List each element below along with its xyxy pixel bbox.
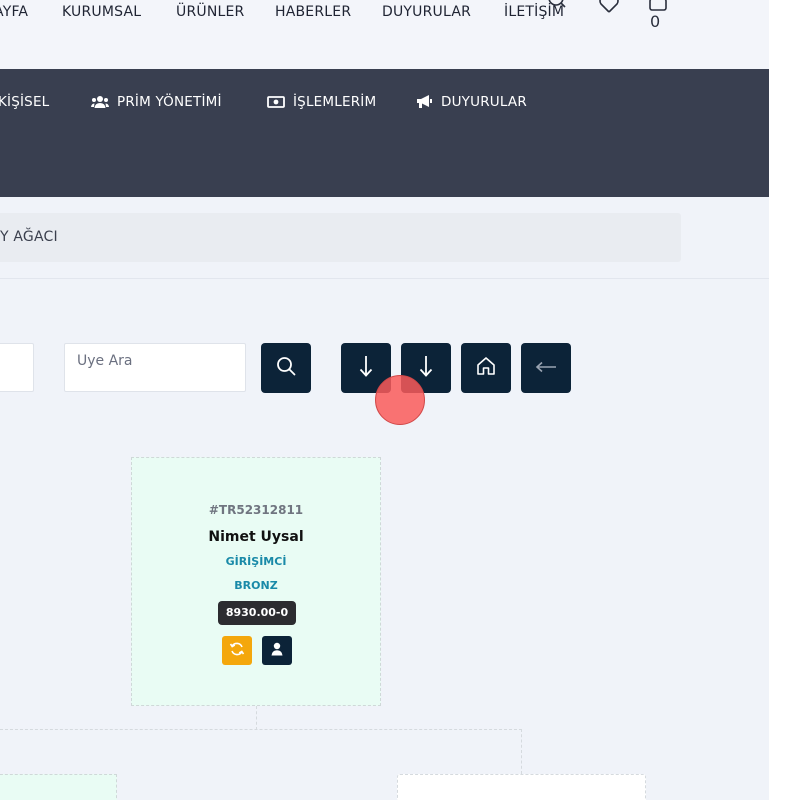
refresh-icon (229, 641, 245, 661)
nav-link-home[interactable]: AYFA (0, 4, 28, 20)
profile-button[interactable] (262, 636, 292, 665)
user-icon (271, 641, 283, 660)
menu-item-bonus-management[interactable]: PRİM YÖNETİMİ (91, 93, 222, 111)
search-button[interactable] (261, 343, 311, 393)
member-menu-bar: KİŞİSEL PRİM YÖNETİMİ İŞLEMLERİM DUYURUL… (0, 69, 769, 197)
empty-member-slot[interactable] (397, 774, 646, 800)
back-button[interactable] (521, 343, 571, 393)
nav-link-announcements[interactable]: DUYURULAR (382, 4, 471, 20)
menu-item-label: İŞLEMLERİM (293, 94, 377, 110)
nav-link-corporate[interactable]: KURUMSAL (62, 4, 141, 20)
tree-connector (521, 729, 522, 774)
menu-item-announcements[interactable]: DUYURULAR (416, 93, 527, 111)
heart-icon[interactable] (598, 0, 620, 18)
member-code: #TR52312811 (208, 503, 304, 517)
menu-item-label: KİŞİSEL (0, 94, 50, 110)
tree-connector (256, 706, 258, 730)
bullhorn-icon (416, 95, 433, 109)
click-indicator (375, 375, 425, 425)
page: AYFA KURUMSAL ÜRÜNLER HABERLER DUYURULAR… (0, 0, 769, 800)
home-icon (475, 355, 497, 381)
member-search-input[interactable] (65, 344, 245, 391)
member-rank: GİRİŞİMCİ (225, 555, 287, 568)
users-icon (91, 95, 109, 109)
menu-item-personal[interactable]: KİŞİSEL (0, 93, 49, 111)
menu-item-transactions[interactable]: İŞLEMLERİM (267, 93, 376, 111)
money-icon (267, 96, 285, 108)
member-level: BRONZ (234, 579, 278, 592)
member-points-badge: 8930.00-0 (218, 601, 296, 625)
filter-input-field[interactable] (0, 344, 33, 391)
member-search-box[interactable] (64, 343, 246, 392)
cart-count: 0 (650, 12, 661, 31)
menu-item-label: PRİM YÖNETİMİ (117, 94, 222, 110)
arrow-left-icon (534, 359, 558, 378)
arrow-down-icon (417, 354, 435, 382)
breadcrumb-title: Y AĞACI (0, 229, 58, 245)
search-icon[interactable] (547, 0, 567, 14)
refresh-button[interactable] (222, 636, 252, 665)
nav-link-products[interactable]: ÜRÜNLER (176, 4, 244, 20)
nav-link-news[interactable]: HABERLER (275, 4, 351, 20)
tree-connector (0, 729, 522, 730)
member-card[interactable]: #TR52312811 Nimet Uysal GİRİŞİMCİ BRONZ … (131, 457, 381, 706)
search-icon (275, 355, 297, 381)
divider (0, 278, 769, 279)
breadcrumb: Y AĞACI (0, 213, 681, 262)
filter-input[interactable] (0, 343, 34, 392)
child-member-card[interactable] (0, 774, 117, 800)
home-button[interactable] (461, 343, 511, 393)
arrow-down-icon (357, 354, 375, 382)
top-navigation: AYFA KURUMSAL ÜRÜNLER HABERLER DUYURULAR… (0, 0, 769, 69)
menu-item-label: DUYURULAR (441, 94, 527, 110)
member-name: Nimet Uysal (208, 529, 304, 545)
